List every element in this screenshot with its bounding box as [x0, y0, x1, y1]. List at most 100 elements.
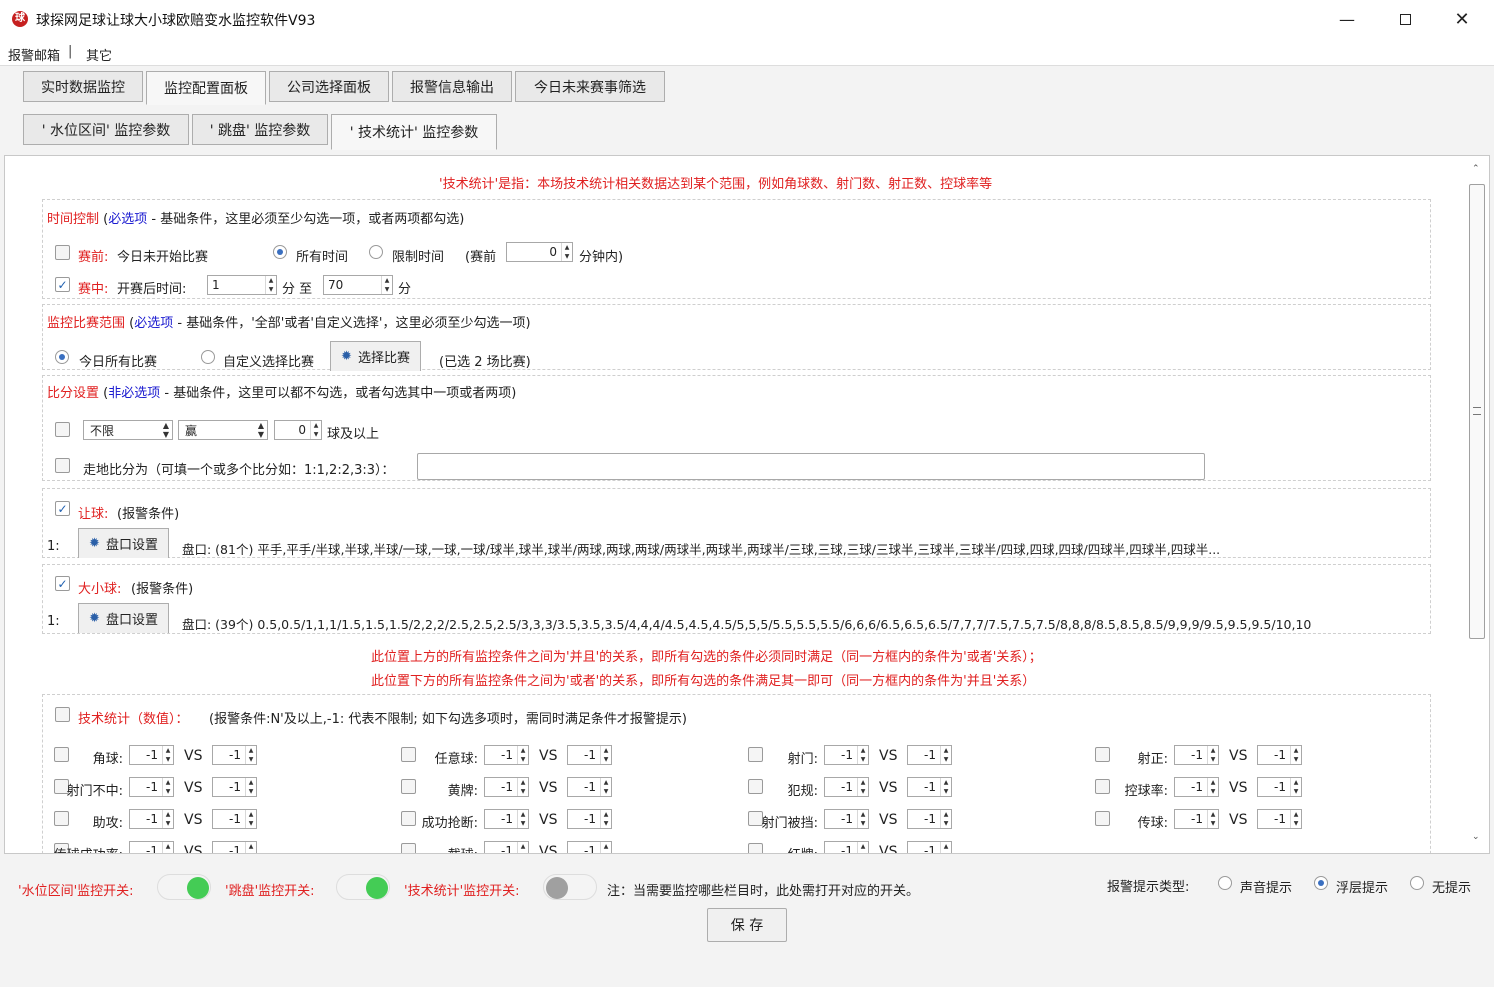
float-alert-radio[interactable]: [1314, 876, 1328, 890]
stat-checkbox[interactable]: [748, 843, 763, 853]
config-panel: '技术统计'是指：本场技术统计相关数据达到某个范围，例如角球数、射门数、射正数、…: [4, 155, 1490, 854]
stat-home-stepper[interactable]: -1▲▼: [129, 777, 174, 797]
stat-away-stepper[interactable]: -1▲▼: [1257, 809, 1302, 829]
stat-checkbox[interactable]: [401, 811, 416, 826]
score-checkbox[interactable]: [55, 422, 70, 437]
limit-minutes-stepper[interactable]: 0 ▲ ▼: [506, 242, 573, 262]
float-alert-label: 浮层提示: [1336, 881, 1389, 896]
subtab-water-range[interactable]: ' 水位区间' 监控参数: [23, 114, 189, 145]
stat-away-stepper[interactable]: -1▲▼: [212, 841, 257, 853]
stat-home-stepper[interactable]: -1▲▼: [1174, 745, 1219, 765]
stat-checkbox[interactable]: [748, 747, 763, 762]
stat-label: 射门被挡:: [761, 816, 818, 831]
stat-home-stepper[interactable]: -1▲▼: [824, 841, 869, 853]
tab-company[interactable]: 公司选择面板: [269, 71, 389, 102]
stat-away-stepper[interactable]: -1▲▼: [212, 745, 257, 765]
menu-alert-email[interactable]: 报警邮箱: [8, 45, 60, 64]
stat-away-stepper[interactable]: -1▲▼: [907, 745, 952, 765]
scroll-down-icon[interactable]: ⌄: [1472, 832, 1480, 842]
handicap-setting-button[interactable]: ✹ 盘口设置: [78, 528, 169, 558]
pre-match-label: 赛前:: [78, 250, 109, 265]
stat-checkbox[interactable]: [401, 747, 416, 762]
select-matches-button[interactable]: ✹ 选择比赛: [330, 341, 421, 371]
stat-away-stepper[interactable]: -1▲▼: [567, 777, 612, 797]
in-play-checkbox[interactable]: ✓: [55, 277, 70, 292]
limit-time-radio[interactable]: [369, 245, 383, 259]
stat-away-stepper[interactable]: -1▲▼: [567, 745, 612, 765]
walk-score-input[interactable]: [417, 453, 1205, 480]
to-minute-stepper[interactable]: 70 ▲ ▼: [323, 275, 393, 295]
stat-away-stepper[interactable]: -1▲▼: [1257, 745, 1302, 765]
stat-away-stepper[interactable]: -1▲▼: [567, 809, 612, 829]
over-under-setting-button[interactable]: ✹ 盘口设置: [78, 603, 169, 633]
stat-checkbox[interactable]: [401, 843, 416, 853]
tab-alert-output[interactable]: 报警信息输出: [392, 71, 512, 102]
stat-home-stepper[interactable]: -1▲▼: [129, 809, 174, 829]
subtab-jump[interactable]: ' 跳盘' 监控参数: [192, 114, 328, 145]
tab-realtime[interactable]: 实时数据监控: [23, 71, 143, 102]
pre-match-checkbox[interactable]: [55, 245, 70, 260]
tech-stats-desc: (报警条件:N'及以上,-1: 代表不限制; 如下勾选多项时，需同时满足条件才报…: [209, 712, 687, 727]
water-switch[interactable]: [157, 874, 211, 900]
scroll-thumb[interactable]: [1469, 184, 1485, 639]
team-select[interactable]: 不限 ▲ ▼: [83, 420, 173, 440]
scroll-up-icon[interactable]: ⌃: [1472, 164, 1480, 174]
stat-checkbox[interactable]: [401, 779, 416, 794]
handicap-checkbox[interactable]: ✓: [55, 501, 70, 516]
tech-stats-checkbox[interactable]: [55, 707, 70, 722]
goals-stepper[interactable]: 0 ▲ ▼: [274, 420, 322, 440]
minimize-icon[interactable]: —: [1322, 0, 1372, 38]
save-button[interactable]: 保 存: [707, 908, 787, 942]
stat-home-stepper[interactable]: -1▲▼: [484, 777, 529, 797]
custom-radio[interactable]: [201, 350, 215, 364]
vs-label: VS: [539, 780, 558, 796]
intro-text: '技术统计'是指：本场技术统计相关数据达到某个范围，例如角球数、射门数、射正数、…: [439, 177, 993, 192]
stat-checkbox[interactable]: [54, 811, 69, 826]
stat-away-stepper[interactable]: -1▲▼: [907, 841, 952, 853]
result-select[interactable]: 赢 ▲ ▼: [178, 420, 268, 440]
stat-home-stepper[interactable]: -1▲▼: [1174, 777, 1219, 797]
walk-score-checkbox[interactable]: [55, 458, 70, 473]
stat-away-stepper[interactable]: -1▲▼: [1257, 777, 1302, 797]
stat-home-stepper[interactable]: -1▲▼: [129, 841, 174, 853]
vertical-scrollbar[interactable]: ⌃ ⌄: [1469, 164, 1485, 850]
stat-checkbox[interactable]: [748, 779, 763, 794]
menu-other[interactable]: 其它: [86, 45, 112, 64]
sound-alert-radio[interactable]: [1218, 876, 1232, 890]
stat-checkbox[interactable]: [54, 747, 69, 762]
stat-home-stepper[interactable]: -1▲▼: [824, 777, 869, 797]
gear-icon: ✹: [89, 611, 100, 626]
all-time-radio[interactable]: [273, 245, 287, 259]
stat-home-stepper[interactable]: -1▲▼: [824, 809, 869, 829]
stat-away-stepper[interactable]: -1▲▼: [212, 809, 257, 829]
tab-config[interactable]: 监控配置面板: [146, 71, 266, 105]
subtab-tech-stats[interactable]: ' 技术统计' 监控参数: [331, 114, 497, 150]
stat-home-stepper[interactable]: -1▲▼: [484, 841, 529, 853]
vs-label: VS: [1229, 780, 1248, 796]
maximize-icon[interactable]: [1380, 0, 1430, 38]
time-control-header: 时间控制 (必选项 - 基础条件，这里必须至少勾选一项，或者两项都勾选): [47, 212, 465, 227]
all-today-radio[interactable]: [55, 350, 69, 364]
stat-away-stepper[interactable]: -1▲▼: [212, 777, 257, 797]
app-logo-icon: 球: [12, 11, 28, 27]
stat-away-stepper[interactable]: -1▲▼: [907, 809, 952, 829]
close-icon[interactable]: ✕: [1437, 0, 1487, 38]
stat-home-stepper[interactable]: -1▲▼: [824, 745, 869, 765]
tab-future-filter[interactable]: 今日未来赛事筛选: [515, 71, 665, 102]
over-under-row-no: 1:: [47, 614, 60, 629]
stat-home-stepper[interactable]: -1▲▼: [1174, 809, 1219, 829]
jump-switch[interactable]: [336, 874, 390, 900]
stat-home-stepper[interactable]: -1▲▼: [484, 745, 529, 765]
stat-home-stepper[interactable]: -1▲▼: [129, 745, 174, 765]
stat-checkbox[interactable]: [1095, 779, 1110, 794]
stat-checkbox[interactable]: [1095, 747, 1110, 762]
over-under-checkbox[interactable]: ✓: [55, 576, 70, 591]
stat-away-stepper[interactable]: -1▲▼: [567, 841, 612, 853]
stat-label: 射门不中:: [66, 784, 123, 799]
stat-home-stepper[interactable]: -1▲▼: [484, 809, 529, 829]
tech-switch[interactable]: [543, 874, 597, 900]
stat-checkbox[interactable]: [1095, 811, 1110, 826]
no-alert-radio[interactable]: [1410, 876, 1424, 890]
stat-away-stepper[interactable]: -1▲▼: [907, 777, 952, 797]
from-minute-stepper[interactable]: 1 ▲ ▼: [207, 275, 277, 295]
